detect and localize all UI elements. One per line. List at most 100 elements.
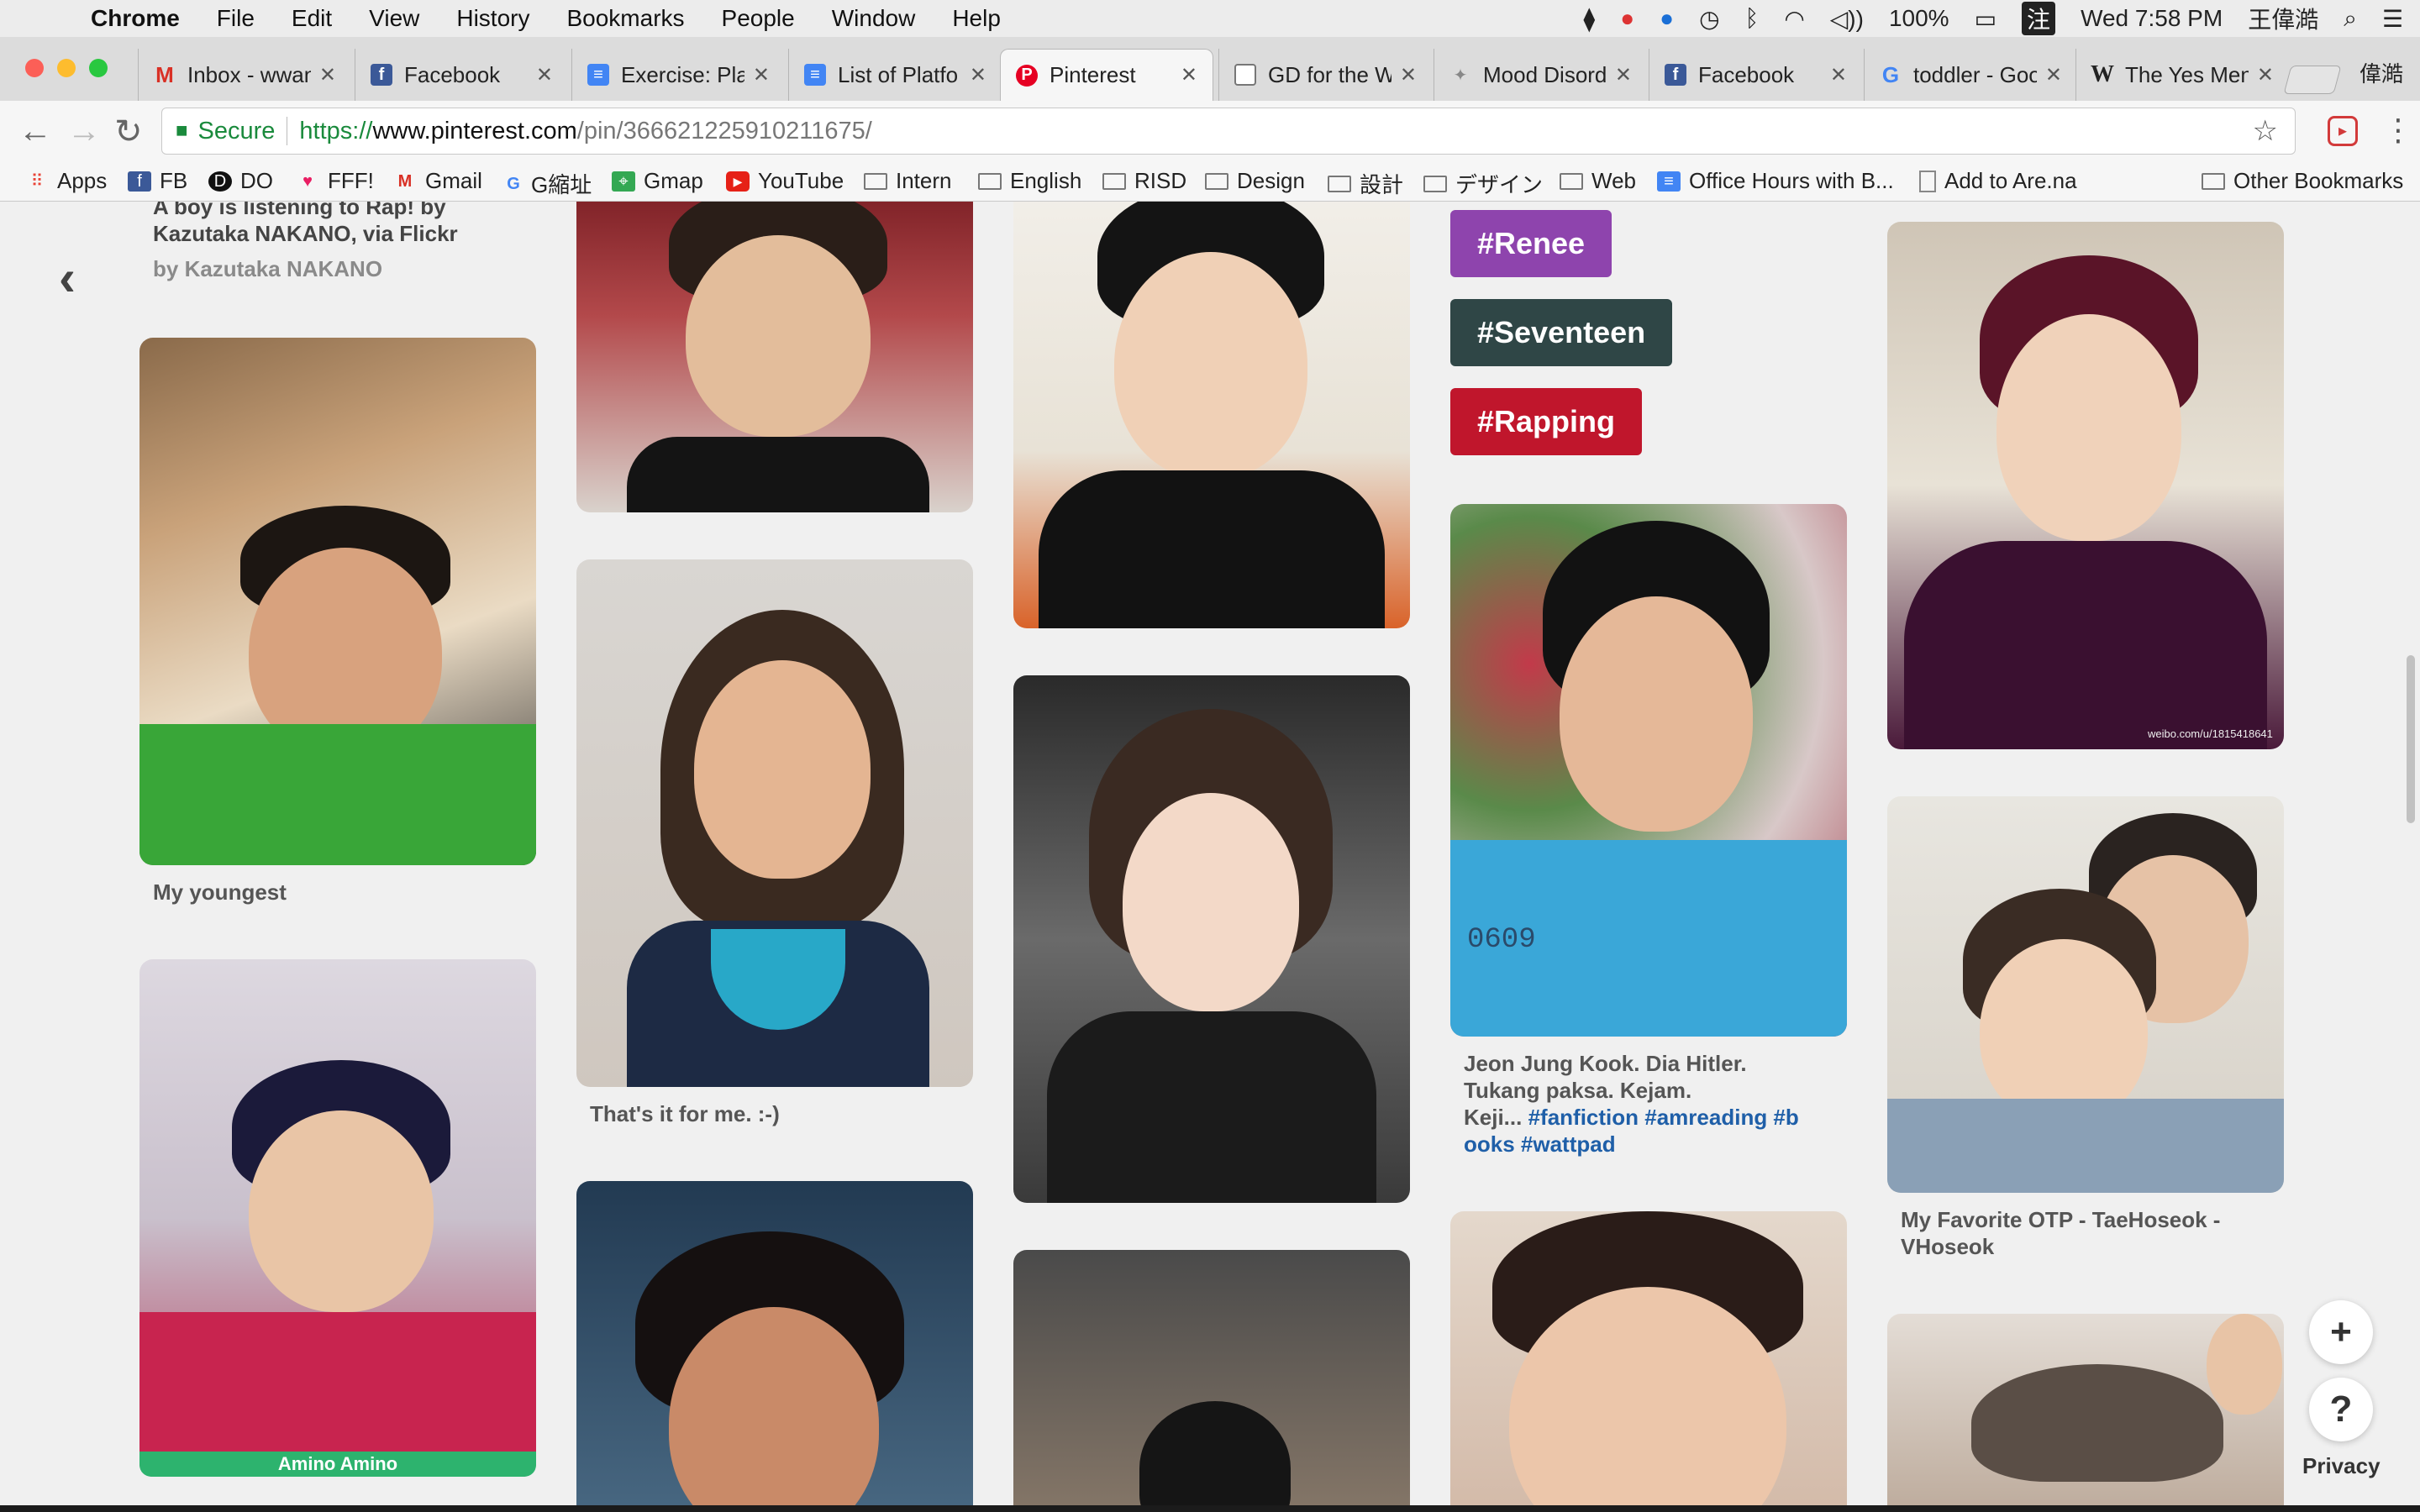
close-tab-icon[interactable]: ✕ <box>536 63 553 87</box>
hashtag-link[interactable]: #fanfiction #amreading #b <box>1528 1105 1799 1130</box>
pin-image-woman-smiling[interactable] <box>576 559 973 1087</box>
close-tab-icon[interactable]: ✕ <box>1400 63 1417 87</box>
back-arrow-icon[interactable]: ← <box>18 113 52 150</box>
time-machine-icon[interactable]: ◷ <box>1699 5 1719 33</box>
menu-history[interactable]: History <box>456 5 529 32</box>
profile-name[interactable]: 偉澔 <box>2360 57 2403 88</box>
tab-list-of-platforms[interactable]: ≡ List of Platfo ✕ <box>788 49 1002 101</box>
bookmark-folder-dezain[interactable]: デザイン <box>1423 168 1543 199</box>
secure-label[interactable]: Secure <box>198 118 276 145</box>
menu-people[interactable]: People <box>722 5 795 32</box>
menu-app-name[interactable]: Chrome <box>91 5 180 32</box>
close-tab-icon[interactable]: ✕ <box>970 63 986 87</box>
pin-image-child-photo[interactable]: 0609 <box>1450 504 1847 1037</box>
bookmark-g-shortener[interactable]: G G縮址 <box>504 168 592 199</box>
wifi-icon[interactable]: ◠ <box>1784 5 1804 33</box>
hashtag-link[interactable]: ooks #wattpad <box>1464 1131 1799 1158</box>
minimize-window-button[interactable] <box>57 59 76 77</box>
reload-icon[interactable]: ↻ <box>114 113 143 151</box>
user-name[interactable]: 王偉澔 <box>2248 2 2318 35</box>
pin-image-boy-red-hair[interactable]: weibo.com/u/1815418641 <box>1887 222 2284 749</box>
forward-arrow-icon[interactable]: → <box>67 113 101 150</box>
tab-pinterest[interactable]: P Pinterest ✕ <box>1000 49 1213 101</box>
pin-image-boy-red-hoodie[interactable] <box>139 959 536 1477</box>
bookmark-folder-web[interactable]: Web <box>1560 168 1636 194</box>
bookmark-folder-english[interactable]: English <box>978 168 1081 194</box>
menu-help[interactable]: Help <box>952 5 1001 32</box>
spotlight-search-icon[interactable]: ⌕ <box>2344 5 2357 33</box>
bookmark-gmail[interactable]: M Gmail <box>393 168 482 194</box>
extension-icon[interactable]: ▸ <box>2328 116 2358 146</box>
pin-image-boy-silly-face[interactable] <box>139 338 536 865</box>
creative-cloud-icon[interactable]: ● <box>1620 5 1634 32</box>
tab-mood-disorder[interactable]: ✦ Mood Disord ✕ <box>1434 49 1647 101</box>
pin-image-choker-selfie[interactable] <box>1013 675 1410 1203</box>
address-bar[interactable]: ■ Secure https:// www.pinterest.com /pin… <box>161 108 2296 155</box>
tag-seventeen[interactable]: #Seventeen <box>1450 299 1673 366</box>
help-button[interactable]: ? <box>2309 1378 2373 1441</box>
new-tab-button[interactable] <box>2283 66 2342 94</box>
pin-caption-otp[interactable]: My Favorite OTP - TaeHoseok - VHoseok <box>1901 1206 2220 1260</box>
privacy-link[interactable]: Privacy <box>2302 1453 2381 1479</box>
menu-window[interactable]: Window <box>832 5 916 32</box>
pin-image-short-hair-woman[interactable] <box>576 1181 973 1505</box>
tab-facebook[interactable]: f Facebook ✕ <box>355 49 568 101</box>
bookmark-star-icon[interactable]: ☆ <box>2253 114 2278 148</box>
bookmark-folder-design[interactable]: Design <box>1205 168 1305 194</box>
input-method-icon[interactable]: 注 <box>2022 2 2056 35</box>
pin-caption[interactable]: That's it for me. :-) <box>590 1100 780 1127</box>
volume-icon[interactable]: ◁)) <box>1830 5 1864 33</box>
close-tab-icon[interactable]: ✕ <box>2257 63 2274 87</box>
close-tab-icon[interactable]: ✕ <box>319 63 336 87</box>
pin-image-two-boys[interactable] <box>1887 796 2284 1193</box>
bookmark-gmap[interactable]: ⌖ Gmap <box>612 168 703 194</box>
pin-image-boy-earphones[interactable] <box>576 202 973 512</box>
pin-caption[interactable]: My youngest <box>153 879 287 906</box>
pin-image-dark-hair-top[interactable] <box>1013 1250 1410 1505</box>
bookmark-fff[interactable]: ♥ FFF! <box>296 168 374 194</box>
close-tab-icon[interactable]: ✕ <box>753 63 770 87</box>
close-window-button[interactable] <box>25 59 44 77</box>
clock[interactable]: Wed 7:58 PM <box>2081 5 2223 32</box>
tab-the-yes-men[interactable]: W The Yes Men ✕ <box>2075 49 2289 101</box>
bookmark-add-to-arena[interactable]: Add to Are.na <box>1919 168 2077 194</box>
dropbox-icon[interactable]: ⧫ <box>1583 5 1595 33</box>
close-tab-icon[interactable]: ✕ <box>1830 63 1847 87</box>
bookmark-do[interactable]: D DO <box>208 168 273 194</box>
menu-file[interactable]: File <box>217 5 255 32</box>
tag-renee[interactable]: #Renee <box>1450 210 1612 277</box>
zoom-window-button[interactable] <box>89 59 108 77</box>
pin-caption-jjk[interactable]: Jeon Jung Kook. Dia Hitler. Tukang paksa… <box>1464 1050 1799 1158</box>
chrome-menu-icon[interactable]: ⋮ <box>2383 113 2413 148</box>
pin-image-boy-cap[interactable] <box>1887 1314 2284 1505</box>
tag-rapping[interactable]: #Rapping <box>1450 388 1643 455</box>
bookmark-youtube[interactable]: ▶ YouTube <box>726 168 844 194</box>
lock-icon[interactable]: ■ <box>176 119 188 143</box>
close-tab-icon[interactable]: ✕ <box>2045 63 2062 87</box>
bookmark-other-bookmarks[interactable]: Other Bookmarks <box>2202 168 2403 194</box>
bookmark-office-hours[interactable]: ≡ Office Hours with B... <box>1657 168 1894 194</box>
shazam-icon[interactable]: ● <box>1660 5 1674 32</box>
tab-exercise[interactable]: ≡ Exercise: Pla ✕ <box>571 49 785 101</box>
bookmark-fb[interactable]: f FB <box>128 168 187 194</box>
tab-gd-for-the-web[interactable]: GD for the W ✕ <box>1218 49 1432 101</box>
bookmark-folder-sheji[interactable]: 設計 <box>1328 168 1403 199</box>
bookmark-folder-intern[interactable]: Intern <box>864 168 952 194</box>
tab-inbox[interactable]: M Inbox - wwan ✕ <box>138 49 351 101</box>
back-chevron-icon[interactable]: ‹ <box>59 249 76 307</box>
pin-attribution[interactable]: by Kazutaka NAKANO <box>153 255 382 282</box>
bookmark-apps[interactable]: ⠿ Apps <box>25 168 108 194</box>
notification-center-icon[interactable]: ☰ <box>2382 5 2403 33</box>
battery-percent[interactable]: 100% <box>1889 5 1949 32</box>
menu-bookmarks[interactable]: Bookmarks <box>566 5 684 32</box>
tab-toddler-google[interactable]: G toddler - Goo ✕ <box>1864 49 2077 101</box>
add-pin-button[interactable]: + <box>2309 1300 2373 1364</box>
menu-edit[interactable]: Edit <box>292 5 332 32</box>
close-tab-icon[interactable]: ✕ <box>1181 63 1197 87</box>
close-tab-icon[interactable]: ✕ <box>1615 63 1632 87</box>
tab-facebook-2[interactable]: f Facebook ✕ <box>1649 49 1862 101</box>
page-scrollbar[interactable] <box>2407 655 2415 823</box>
pin-caption[interactable]: A boy is listening to Rap! by Kazutaka N… <box>153 202 458 247</box>
pin-image-boy-black-shirt[interactable] <box>1013 202 1410 628</box>
pin-image-boy-closeup[interactable] <box>1450 1211 1847 1505</box>
